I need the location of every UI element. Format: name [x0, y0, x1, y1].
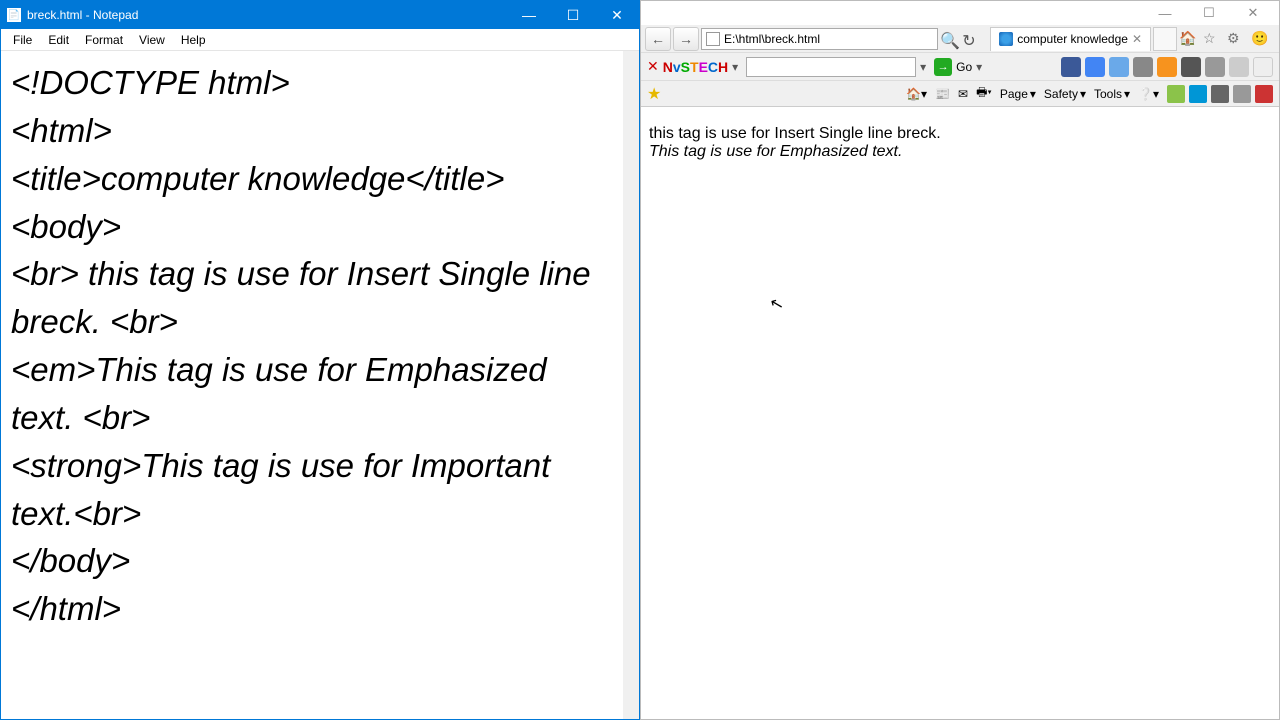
menu-view[interactable]: View	[131, 31, 173, 49]
go-label[interactable]: Go	[956, 60, 972, 74]
help-icon[interactable]: ❔▾	[1138, 87, 1159, 101]
page-menu[interactable]: Page▾	[1000, 87, 1036, 101]
ie-command-bar: ★ 🏠▾ 📰 ✉ 🖶▾ Page▾ Safety▾ Tools▾ ❔▾	[641, 81, 1279, 107]
ie-address-bar: ← → E:\html\breck.html 🔍 ↻ computer know…	[641, 25, 1279, 53]
ie-toolbar-nvstech: ✕ NvSTECH ▾ ▾ → Go ▾	[641, 53, 1279, 81]
tab-close-button[interactable]: ✕	[1132, 32, 1142, 46]
favorites-icon[interactable]: ☆	[1203, 30, 1221, 48]
cmd-icon-4[interactable]	[1255, 85, 1273, 103]
safety-menu[interactable]: Safety▾	[1044, 87, 1086, 101]
menu-edit[interactable]: Edit	[40, 31, 77, 49]
plus-icon[interactable]	[1253, 57, 1273, 77]
ie-close-button[interactable]: ✕	[1231, 2, 1275, 24]
notepad-window: 📄 breck.html - Notepad — ☐ ✕ File Edit F…	[0, 0, 640, 720]
robot-icon[interactable]	[1109, 57, 1129, 77]
forward-button[interactable]: →	[673, 27, 699, 51]
hp-icon[interactable]	[1189, 85, 1207, 103]
go-button-icon[interactable]: →	[934, 58, 952, 76]
globe-icon[interactable]	[1085, 57, 1105, 77]
minimize-button[interactable]: —	[507, 1, 551, 29]
cmd-icon-3[interactable]	[1233, 85, 1251, 103]
ie-top-right-icons: 🏠 ☆ ⚙ 🙂	[1179, 30, 1275, 48]
toolbar-close-icon[interactable]: ✕	[647, 58, 659, 75]
app-icon-1[interactable]	[1157, 57, 1177, 77]
print-dropdown[interactable]: 🖶▾	[976, 83, 992, 104]
app-icon-2[interactable]	[1181, 57, 1201, 77]
feeds-icon[interactable]: 📰	[935, 87, 950, 101]
ie-minimize-button[interactable]: —	[1143, 2, 1187, 24]
search-icon[interactable]: 🔍	[940, 31, 956, 47]
expand-icon[interactable]	[1229, 57, 1249, 77]
notepad-icon: 📄	[7, 8, 21, 22]
ie-page-content: this tag is use for Insert Single line b…	[641, 107, 1279, 719]
ie-titlebar[interactable]: — ☐ ✕	[641, 1, 1279, 25]
refresh-button[interactable]: ↻	[962, 31, 978, 47]
back-button[interactable]: ←	[645, 27, 671, 51]
search-dropdown-icon[interactable]: ▾	[920, 60, 930, 74]
go-dropdown-icon[interactable]: ▾	[976, 60, 986, 74]
notepad-title: breck.html - Notepad	[27, 8, 507, 22]
notepad-titlebar[interactable]: 📄 breck.html - Notepad — ☐ ✕	[1, 1, 639, 29]
ie-window: — ☐ ✕ ← → E:\html\breck.html 🔍 ↻ compute…	[640, 0, 1280, 720]
menu-format[interactable]: Format	[77, 31, 131, 49]
ie-tab[interactable]: computer knowledge ✕	[990, 27, 1151, 51]
ie-tabs: computer knowledge ✕	[990, 27, 1177, 51]
menu-help[interactable]: Help	[173, 31, 214, 49]
new-tab-button[interactable]	[1153, 27, 1177, 51]
facebook-icon[interactable]	[1061, 57, 1081, 77]
nvstech-logo[interactable]: NvSTECH	[663, 59, 728, 75]
cmd-icon-1[interactable]	[1167, 85, 1185, 103]
notepad-editor[interactable]: <!DOCTYPE html> <html> <title>computer k…	[1, 51, 639, 719]
home-dropdown[interactable]: 🏠▾	[906, 87, 927, 101]
url-text: E:\html\breck.html	[724, 32, 820, 46]
close-button[interactable]: ✕	[595, 1, 639, 29]
chevron-down-icon[interactable]: ▾	[732, 60, 742, 74]
more-icon[interactable]	[1205, 57, 1225, 77]
maximize-button[interactable]: ☐	[551, 1, 595, 29]
menu-file[interactable]: File	[5, 31, 40, 49]
tool-icon[interactable]	[1133, 57, 1153, 77]
toolbar-app-icons	[1061, 57, 1273, 77]
ie-favicon-icon	[999, 32, 1013, 46]
favorites-star-icon[interactable]: ★	[647, 84, 661, 104]
cmd-icon-2[interactable]	[1211, 85, 1229, 103]
page-line-2-emphasized: This tag is use for Emphasized text.	[649, 143, 1271, 161]
ie-maximize-button[interactable]: ☐	[1187, 2, 1231, 24]
url-field[interactable]: E:\html\breck.html	[701, 28, 938, 50]
notepad-menubar: File Edit Format View Help	[1, 29, 639, 51]
tools-menu[interactable]: Tools▾	[1094, 87, 1130, 101]
settings-icon[interactable]: ⚙	[1227, 30, 1245, 48]
smiley-icon[interactable]: 🙂	[1251, 30, 1269, 48]
mail-icon[interactable]: ✉	[958, 87, 968, 101]
page-icon	[706, 32, 720, 46]
command-bar-icons	[1167, 85, 1273, 103]
toolbar-search-input[interactable]	[746, 57, 916, 77]
tab-title: computer knowledge	[1017, 32, 1128, 46]
page-line-1: this tag is use for Insert Single line b…	[649, 125, 1271, 143]
home-icon[interactable]: 🏠	[1179, 30, 1197, 48]
